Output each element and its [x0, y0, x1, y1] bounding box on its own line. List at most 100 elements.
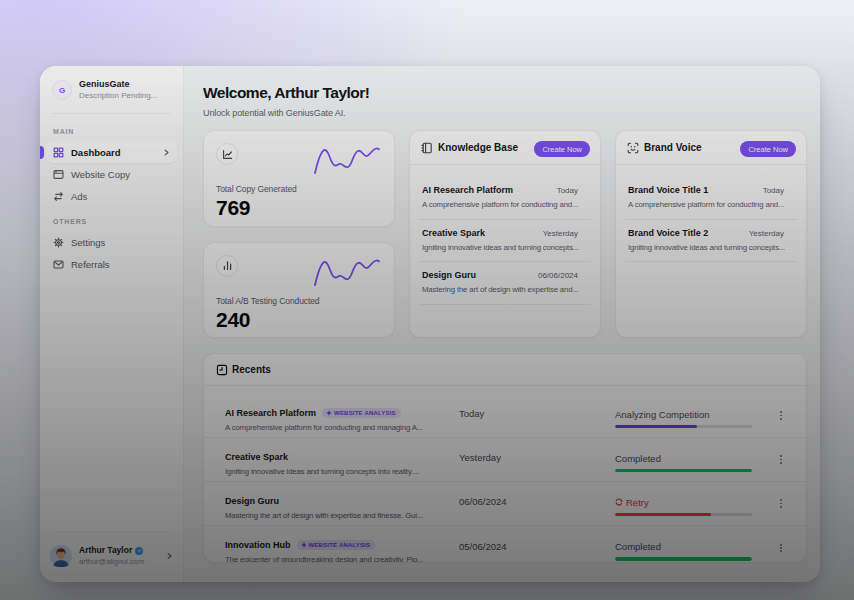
stat-value: 240	[216, 308, 382, 332]
knowledge-base-item[interactable]: AI Research PlatformToday A comprehensiv…	[419, 177, 591, 220]
recent-status: Completed	[615, 541, 767, 552]
user-menu[interactable]: Arthur Taylor arthur@alignui.com	[46, 533, 177, 582]
user-email: arthur@alignui.com	[79, 557, 144, 567]
app-window: G GeniusGate Description Pending... MAIN…	[40, 66, 820, 582]
retry-button[interactable]: Retry	[615, 497, 767, 508]
recent-status: Completed	[615, 453, 767, 464]
knowledge-base-title: Knowledge Base	[438, 142, 518, 153]
recent-description: A comprehensive platform for conducting …	[225, 422, 449, 433]
recent-title: Innovation Hub	[225, 539, 291, 551]
item-title: Brand Voice Title 1	[628, 184, 708, 197]
recents-icon	[216, 364, 228, 376]
sidebar-section-main: MAIN	[46, 114, 177, 141]
item-date: Yesterday	[749, 229, 784, 238]
item-title: Design Guru	[422, 269, 476, 282]
browser-icon	[53, 169, 64, 180]
item-date: Yesterday	[543, 229, 578, 238]
website-analysis-badge: WEBSITE ANALYSIS	[322, 408, 401, 418]
sidebar-item-referrals[interactable]: Referrals	[46, 253, 177, 275]
progress-track	[615, 425, 752, 429]
stat-label: Total A/B Testing Conducted	[216, 296, 382, 306]
item-date: Today	[763, 186, 784, 195]
row-menu-button[interactable]	[772, 499, 790, 507]
active-nav-indicator	[40, 146, 44, 159]
knowledge-base-card: Knowledge Base Create Now AI Research Pl…	[409, 130, 601, 338]
recent-date: Yesterday	[459, 452, 615, 463]
chevron-right-icon	[163, 149, 170, 156]
brand-voice-item[interactable]: Brand Voice Title 1 Today A comprehensive…	[625, 177, 797, 220]
sparkline	[314, 146, 380, 174]
progress-fill	[615, 425, 697, 429]
verified-icon	[135, 547, 143, 555]
knowledge-base-item[interactable]: Design Guru 06/06/2024 Mastering the art …	[419, 262, 591, 305]
stat-card-ab-testing: Total A/B Testing Conducted 240	[203, 242, 395, 339]
stat-card-copy-generated: Total Copy Generated 769	[203, 130, 395, 227]
recent-row[interactable]: Creative Spark Igniting innovative ideas…	[204, 438, 806, 482]
main-content: Welcome, Arthur Taylor! Unlock potential…	[184, 66, 820, 582]
recent-title: Creative Spark	[225, 451, 288, 463]
sidebar-item-settings[interactable]: Settings	[46, 231, 177, 253]
recent-description: Mastering the art of design with experti…	[225, 510, 449, 521]
row-menu-button[interactable]	[772, 455, 790, 463]
sparkline	[314, 258, 380, 286]
progress-fill	[615, 469, 752, 473]
page-subtitle: Unlock potential with GeniusGate AI.	[203, 108, 807, 118]
progress-track	[615, 557, 752, 561]
recent-date: Today	[459, 408, 615, 419]
item-description: Igniting innovative ideas and turning co…	[422, 242, 588, 254]
page-title: Welcome, Arthur Taylor!	[203, 84, 807, 102]
chevron-right-icon	[166, 552, 173, 560]
knowledge-base-item[interactable]: Creative Spark Yesterday Igniting innovat…	[419, 220, 591, 263]
sparkle-icon	[301, 542, 307, 548]
sidebar-item-website-copy[interactable]: Website Copy	[46, 163, 177, 185]
sidebar-item-label: Settings	[71, 237, 105, 248]
recent-title: Design Guru	[225, 495, 279, 507]
row-menu-button[interactable]	[772, 544, 790, 552]
recents-title: Recents	[232, 364, 271, 375]
sidebar-item-label: Referrals	[71, 259, 110, 270]
item-description: A comprehensive platform for conducting …	[422, 199, 588, 211]
progress-track	[615, 513, 752, 517]
recent-row[interactable]: Innovation Hub WEBSITE ANALYSIS The epic…	[204, 526, 806, 563]
item-title: AI Research Platform	[422, 184, 513, 197]
brand-voice-item[interactable]: Brand Voice Title 2Yesterday Igniting in…	[625, 220, 797, 263]
item-description: A comprehensive platform for conducting …	[628, 199, 794, 211]
recent-status: Analyzing Competition	[615, 409, 767, 420]
sidebar: G GeniusGate Description Pending... MAIN…	[40, 66, 184, 582]
gear-icon	[53, 237, 64, 248]
sidebar-item-label: Website Copy	[71, 169, 130, 180]
bar-chart-icon	[216, 255, 238, 277]
item-date: 06/06/2024	[538, 271, 578, 280]
recent-row[interactable]: AI Research Platform WEBSITE ANALYSIS A …	[204, 394, 806, 438]
recent-date: 06/06/2024	[459, 496, 615, 507]
sidebar-item-dashboard[interactable]: Dashboard	[46, 141, 177, 163]
sidebar-item-ads[interactable]: Ads	[46, 185, 177, 207]
sparkle-icon	[326, 410, 332, 416]
user-avatar	[50, 545, 72, 567]
workspace-switcher[interactable]: G GeniusGate Description Pending...	[46, 66, 177, 113]
row-menu-button[interactable]	[772, 411, 790, 419]
mail-icon	[53, 259, 64, 270]
scan-face-icon	[627, 142, 639, 154]
brand-voice-create-button[interactable]: Create Now	[740, 141, 796, 157]
stat-label: Total Copy Generated	[216, 184, 382, 194]
item-description: Mastering the art of design with experti…	[422, 284, 588, 296]
item-title: Creative Spark	[422, 227, 485, 240]
workspace-name: GeniusGate	[79, 79, 157, 90]
user-name: Arthur Taylor	[79, 545, 144, 556]
progress-fill	[615, 513, 711, 517]
sidebar-item-label: Ads	[71, 191, 87, 202]
workspace-logo: G	[52, 80, 72, 100]
brand-voice-card: Brand Voice Create Now Brand Voice Title…	[615, 130, 807, 338]
item-title: Brand Voice Title 2	[628, 227, 708, 240]
swap-arrows-icon	[53, 191, 64, 202]
recent-date: 05/06/2024	[459, 541, 615, 552]
knowledge-base-create-button[interactable]: Create Now	[534, 141, 590, 157]
recent-row[interactable]: Design Guru Mastering the art of design …	[204, 482, 806, 526]
recents-card: Recents AI Research Platform WEBSITE ANA…	[203, 353, 807, 563]
stat-value: 769	[216, 196, 382, 220]
notebook-icon	[421, 142, 433, 154]
recent-description: Igniting innovative ideas and turning co…	[225, 466, 449, 477]
recent-description: The epicenter of groundbreaking design a…	[225, 554, 449, 563]
retry-icon	[615, 498, 623, 506]
